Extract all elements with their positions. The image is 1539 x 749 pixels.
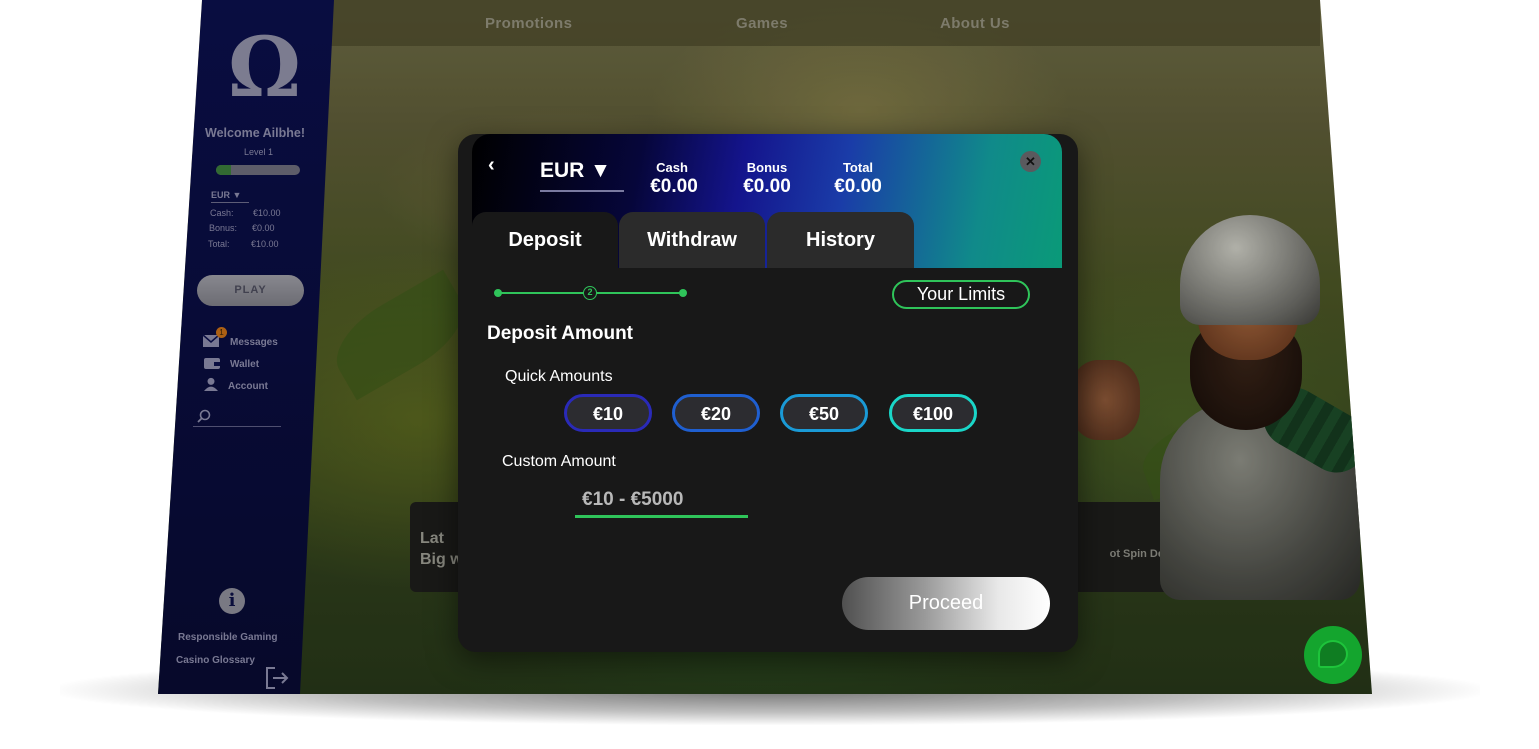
proceed-button[interactable]: Proceed [842,577,1050,630]
close-icon[interactable]: ✕ [1020,151,1041,172]
step-current: 2 [583,286,597,300]
custom-amount-input[interactable] [575,484,748,518]
tab-deposit[interactable]: Deposit [472,212,618,268]
quick-amounts-label: Quick Amounts [505,368,613,385]
custom-amount-label: Custom Amount [502,453,616,470]
wallet-modal: ‹ EUR ▼ Cash €0.00 Bonus €0.00 Total €0.… [458,134,1078,652]
back-chevron-icon[interactable]: ‹ [488,154,495,177]
total-value: €0.00 [834,176,882,197]
tab-withdraw[interactable]: Withdraw [619,212,765,268]
quick-amount-20[interactable]: €20 [672,394,760,432]
deposit-amount-title: Deposit Amount [487,323,634,344]
quick-amount-10[interactable]: €10 [564,394,652,432]
chat-bubble-icon [1318,640,1348,668]
step-1-dot [494,289,502,297]
bonus-value: €0.00 [743,176,791,197]
quick-amount-100[interactable]: €100 [889,394,977,432]
bonus-label: Bonus [746,160,788,175]
stage: Promotions Games About Us Lat Big w ot S… [0,0,1539,749]
quick-amount-50[interactable]: €50 [780,394,868,432]
cash-label: Cash [656,160,688,175]
cash-value: €0.00 [650,176,698,197]
currency-select[interactable]: EUR ▼ [540,159,624,192]
total-label: Total [842,160,874,175]
tab-history[interactable]: History [767,212,914,268]
your-limits-button[interactable]: Your Limits [892,280,1030,309]
step-3-dot [679,289,687,297]
